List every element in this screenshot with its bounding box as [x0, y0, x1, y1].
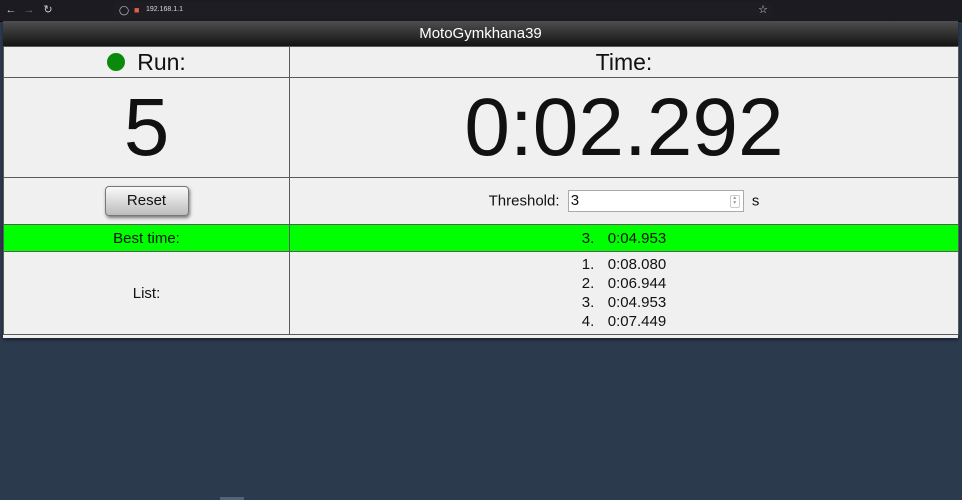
reset-cell: Reset: [3, 177, 290, 225]
run-label: Run:: [137, 48, 186, 75]
threshold-field[interactable]: ▲▼: [567, 190, 744, 212]
list-cell: 1. 0:08.080 2. 0:06.944 3. 0:04.953 4. 0:07.…: [289, 251, 959, 335]
threshold-cell: Threshold: ▲▼ s: [289, 177, 959, 225]
list-item-number: 4.: [581, 313, 595, 330]
app-title: MotoGymkhana39: [3, 21, 958, 46]
browser-toolbar: ← → ↻ ◯ ■ 192.168.1.1 ☆: [0, 0, 962, 22]
threshold-unit: s: [751, 192, 760, 210]
timer-app: MotoGymkhana39 Run: Time: 5 0:02.292 Res…: [3, 21, 959, 338]
list-item-time: 0:04.953: [607, 294, 667, 311]
time-header: Time:: [289, 46, 959, 78]
best-time: 0:04.953: [607, 229, 667, 247]
threshold-label: Threshold:: [488, 192, 560, 210]
list-label: List:: [132, 284, 161, 302]
url-bar[interactable]: ◯ ■ 192.168.1.1 ☆: [113, 2, 772, 18]
star-icon[interactable]: ☆: [758, 3, 768, 17]
list-item-time: 0:07.449: [607, 313, 667, 330]
list-item-time: 0:08.080: [607, 256, 667, 273]
best-label: Best time:: [113, 229, 180, 247]
reload-icon[interactable]: ↻: [41, 3, 55, 17]
reset-button[interactable]: Reset: [104, 186, 189, 216]
status-dot-icon: [107, 52, 126, 71]
best-number: 3.: [581, 229, 595, 247]
run-header: Run:: [3, 46, 290, 78]
list-label-cell: List:: [3, 251, 290, 335]
best-label-cell: Best time:: [3, 224, 290, 252]
best-time-cell: 3. 0:04.953: [289, 224, 959, 252]
url-text[interactable]: 192.168.1.1: [146, 5, 183, 15]
spinner-icon[interactable]: ▲ ▼: [729, 195, 740, 208]
current-time-cell: 0:02.292: [289, 77, 959, 178]
timer-table: Run: Time: 5 0:02.292 Reset Threshold: ▲: [3, 46, 959, 335]
list-item-number: 3.: [581, 294, 595, 311]
run-count-cell: 5: [3, 77, 290, 178]
list-item-number: 2.: [581, 275, 595, 292]
list-item: 1. 0:08.080: [582, 255, 666, 274]
run-count: 5: [123, 82, 170, 173]
back-icon[interactable]: ←: [4, 3, 18, 17]
time-label: Time:: [595, 48, 653, 75]
current-time: 0:02.292: [464, 82, 784, 173]
list-item-time: 0:06.944: [607, 275, 667, 292]
list-item: 2. 0:06.944: [582, 274, 666, 293]
list-item: 3. 0:04.953: [582, 293, 666, 312]
lock-icon[interactable]: ■: [134, 4, 144, 16]
threshold-input[interactable]: [568, 191, 721, 209]
list-item: 4. 0:07.449: [582, 312, 666, 331]
times-list: 1. 0:08.080 2. 0:06.944 3. 0:04.953 4. 0:07.…: [582, 255, 666, 331]
shield-icon[interactable]: ◯: [119, 4, 129, 16]
forward-icon[interactable]: →: [22, 3, 36, 17]
list-item-number: 1.: [581, 256, 595, 273]
